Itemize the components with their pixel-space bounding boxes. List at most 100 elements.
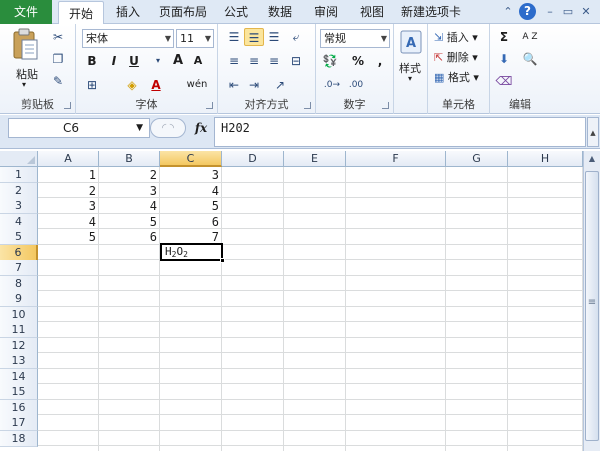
formula-controls-icon[interactable]: ◜ ◝ [150, 118, 186, 138]
styles-icon[interactable]: A [400, 30, 422, 54]
decrease-decimal-icon[interactable]: .00 [346, 76, 366, 94]
cell-b2[interactable]: 3 [99, 183, 160, 199]
tab-review[interactable]: 审阅 [306, 0, 346, 24]
find-select-icon[interactable]: 🔍 [520, 50, 540, 68]
row-header-3[interactable]: 3 [0, 198, 38, 214]
cut-icon[interactable]: ✂ [48, 28, 68, 46]
column-header-d[interactable]: D [222, 151, 284, 167]
align-right-icon[interactable]: ≡ [264, 52, 284, 70]
spreadsheet-grid[interactable]: A B C D E F G H 1 2 3 4 5 6 7 8 9 10 11 12 13 14 15 16 17 18 1 2 3 2 3… [0, 151, 583, 451]
number-format-combo[interactable]: 常规 ▼ [320, 29, 390, 48]
cell-b1[interactable]: 2 [99, 167, 160, 183]
tab-new-tab[interactable]: 新建选项卡 [396, 0, 466, 24]
fill-color-icon[interactable]: ◈ [122, 76, 142, 94]
row-header-15[interactable]: 15 [0, 384, 38, 400]
font-launcher-icon[interactable] [206, 102, 213, 109]
scroll-thumb[interactable] [585, 171, 599, 441]
row-header-8[interactable]: 8 [0, 275, 38, 292]
font-color-button[interactable]: A [146, 76, 166, 94]
chevron-down-icon[interactable]: ▼ [136, 119, 143, 137]
increase-decimal-icon[interactable]: .0→ [322, 76, 342, 94]
row-header-2[interactable]: 2 [0, 182, 38, 199]
tab-data[interactable]: 数据 [260, 0, 300, 24]
format-cells-button[interactable]: ▦ 格式 ▾ [434, 69, 479, 85]
fill-handle[interactable] [220, 258, 225, 263]
minimize-ribbon-icon[interactable]: ⌃ [500, 4, 516, 20]
row-header-10[interactable]: 10 [0, 306, 38, 323]
row-header-7[interactable]: 7 [0, 260, 38, 276]
scroll-up-icon[interactable]: ▲ [584, 151, 600, 167]
font-name-combo[interactable]: 宋体 ▼ [82, 29, 174, 48]
align-middle-icon[interactable]: ☰ [244, 28, 264, 46]
row-header-12[interactable]: 12 [0, 337, 38, 354]
insert-cells-button[interactable]: ⇲ 插入 ▾ [434, 29, 478, 45]
decrease-indent-icon[interactable]: ⇤ [224, 76, 244, 94]
row-header-14[interactable]: 14 [0, 368, 38, 385]
clear-icon[interactable]: ⌫ [494, 72, 514, 90]
cell-b4[interactable]: 5 [99, 214, 160, 230]
bold-button[interactable]: B [82, 52, 102, 70]
insert-function-button[interactable]: fx [190, 118, 212, 138]
align-top-icon[interactable]: ☰ [224, 28, 244, 46]
tab-home[interactable]: 开始 [58, 1, 104, 25]
alignment-launcher-icon[interactable] [304, 102, 311, 109]
italic-button[interactable]: I [104, 52, 124, 70]
wrap-text-icon[interactable]: ⤶ [286, 28, 306, 46]
name-box[interactable]: C6 ▼ [8, 118, 150, 138]
formula-input[interactable]: H202 [214, 117, 586, 147]
chevron-down-icon[interactable]: ▾ [408, 74, 412, 83]
column-header-f[interactable]: F [346, 151, 446, 167]
cell-a4[interactable]: 4 [38, 214, 99, 230]
cell-a1[interactable]: 1 [38, 167, 99, 183]
delete-cells-button[interactable]: ⇱ 删除 ▾ [434, 49, 478, 65]
clipboard-launcher-icon[interactable] [64, 102, 71, 109]
sort-filter-button[interactable]: A Z [520, 28, 540, 46]
tab-insert[interactable]: 插入 [108, 0, 148, 24]
row-header-5[interactable]: 5 [0, 229, 38, 245]
cell-c1[interactable]: 3 [160, 167, 222, 183]
fill-down-icon[interactable]: ⬇ [494, 50, 514, 68]
column-header-g[interactable]: G [446, 151, 508, 167]
cell-a2[interactable]: 2 [38, 183, 99, 199]
merge-center-icon[interactable]: ⊟ [286, 52, 306, 70]
cell-b3[interactable]: 4 [99, 198, 160, 214]
row-header-16[interactable]: 16 [0, 399, 38, 416]
align-center-icon[interactable]: ≡ [244, 52, 264, 70]
select-all-corner[interactable] [0, 151, 38, 167]
increase-indent-icon[interactable]: ⇥ [244, 76, 264, 94]
underline-button[interactable]: U [124, 52, 144, 70]
restore-window-icon[interactable]: ▭ [560, 4, 576, 20]
format-painter-icon[interactable]: ✎ [48, 72, 68, 90]
row-header-11[interactable]: 11 [0, 322, 38, 338]
percent-button[interactable]: % [348, 52, 368, 70]
paste-icon[interactable] [10, 28, 40, 62]
column-header-e[interactable]: E [284, 151, 346, 167]
help-icon[interactable]: ? [519, 3, 536, 20]
row-header-9[interactable]: 9 [0, 291, 38, 307]
column-header-c[interactable]: C [160, 151, 222, 167]
copy-icon[interactable]: ❐ [48, 50, 68, 68]
number-launcher-icon[interactable] [382, 102, 389, 109]
paste-dropdown-icon[interactable]: ▾ [22, 80, 26, 89]
row-header-6[interactable]: 6 [0, 244, 38, 261]
vertical-scrollbar[interactable]: ▲ [583, 151, 600, 451]
tab-file[interactable]: 文件 [0, 0, 52, 24]
row-header-13[interactable]: 13 [0, 353, 38, 369]
autosum-button[interactable]: Σ [494, 28, 514, 46]
cell-c2[interactable]: 4 [160, 183, 222, 199]
phonetic-button[interactable]: wén [184, 76, 210, 94]
cell-c4[interactable]: 6 [160, 214, 222, 230]
tab-formulas[interactable]: 公式 [218, 0, 254, 24]
column-header-a[interactable]: A [38, 151, 99, 167]
column-header-h[interactable]: H [508, 151, 583, 167]
font-size-combo[interactable]: 11 ▼ [176, 29, 214, 48]
cell-a5[interactable]: 5 [38, 229, 99, 245]
orientation-icon[interactable]: ↗ [270, 76, 290, 94]
row-header-17[interactable]: 17 [0, 415, 38, 431]
borders-icon[interactable]: ⊞ [82, 76, 102, 94]
grow-font-button[interactable]: A [168, 52, 188, 70]
chevron-down-icon[interactable]: ▾ [148, 52, 168, 70]
cell-b5[interactable]: 6 [99, 229, 160, 245]
active-cell-c6[interactable]: H2O2 [160, 243, 225, 263]
close-window-icon[interactable]: ✕ [578, 4, 594, 20]
